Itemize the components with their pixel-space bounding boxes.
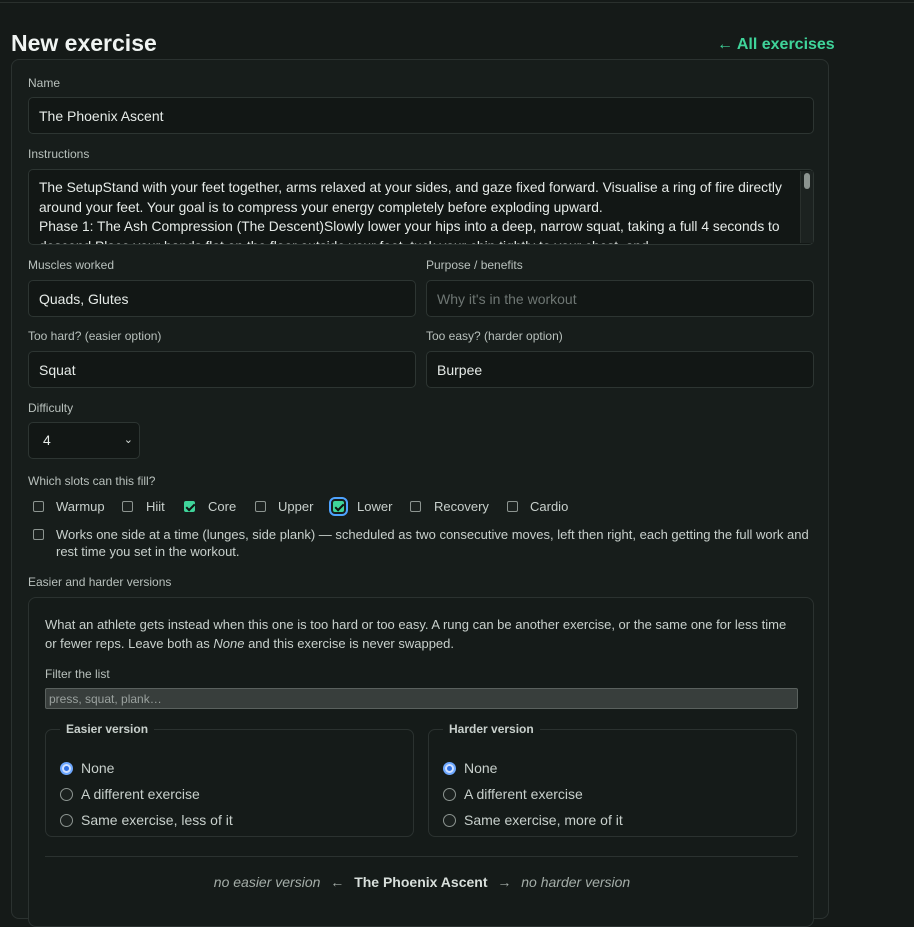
- instructions-scrollbar[interactable]: [800, 171, 813, 243]
- slot-cardio-label: Cardio: [530, 499, 569, 514]
- unilateral-checkbox[interactable]: [33, 529, 44, 540]
- purpose-label: Purpose / benefits: [426, 258, 523, 272]
- ladder-harder-text: no harder version: [521, 874, 631, 890]
- name-label: Name: [28, 76, 61, 90]
- slot-warmup-label: Warmup: [56, 499, 105, 514]
- slot-lower-checkbox[interactable]: [329, 497, 348, 516]
- easier-none-radio[interactable]: [60, 762, 73, 775]
- harder-none-label: None: [464, 760, 498, 776]
- versions-section-label: Easier and harder versions: [28, 575, 172, 589]
- easier-version-legend: Easier version: [66, 722, 149, 736]
- difficulty-select[interactable]: 4 ⌄: [28, 422, 140, 459]
- scroll-thumb[interactable]: [804, 173, 810, 189]
- easier-none-label: None: [81, 760, 115, 776]
- slot-upper-label: Upper: [278, 499, 314, 514]
- harder-different-radio[interactable]: [443, 788, 456, 801]
- page-title: New exercise: [11, 30, 157, 56]
- easier-option-input[interactable]: [28, 351, 416, 388]
- slot-upper-checkbox[interactable]: [255, 501, 266, 512]
- ladder-easier-text: no easier version: [213, 874, 321, 890]
- arrow-left-icon: ←: [330, 874, 345, 890]
- harder-different-label: A different exercise: [464, 786, 583, 802]
- harder-more-radio[interactable]: [443, 814, 456, 827]
- harder-version-legend: Harder version: [449, 722, 534, 736]
- harder-version-fieldset: Harder version None A different exercise…: [428, 722, 797, 837]
- slot-cardio-checkbox[interactable]: [507, 501, 518, 512]
- slot-core-checkbox[interactable]: [184, 501, 195, 512]
- easier-different-radio[interactable]: [60, 788, 73, 801]
- instructions-textarea[interactable]: The SetupStand with your feet together, …: [28, 169, 814, 245]
- slot-core-label: Core: [208, 499, 237, 514]
- ladder-current-exercise: The Phoenix Ascent: [354, 874, 488, 890]
- exercise-form-card: Name Instructions The SetupStand with yo…: [11, 59, 829, 927]
- easier-less-radio[interactable]: [60, 814, 73, 827]
- arrow-right-icon: →: [497, 874, 512, 890]
- easier-different-label: A different exercise: [81, 786, 200, 802]
- muscles-input[interactable]: [28, 280, 416, 317]
- instructions-label: Instructions: [28, 147, 90, 161]
- difficulty-value: 4: [43, 432, 51, 448]
- easier-version-fieldset: Easier version None A different exercise…: [45, 722, 414, 837]
- slots-label: Which slots can this fill?: [28, 474, 156, 488]
- all-exercises-link[interactable]: ← All exercises: [717, 36, 835, 54]
- slot-recovery-checkbox[interactable]: [410, 501, 421, 512]
- top-border: [0, 0, 914, 3]
- muscles-label: Muscles worked: [28, 258, 115, 272]
- versions-intro: What an athlete gets instead when this o…: [45, 617, 787, 651]
- filter-label: Filter the list: [45, 667, 110, 681]
- slot-recovery-label: Recovery: [434, 499, 489, 514]
- slot-hiit-checkbox[interactable]: [122, 501, 133, 512]
- name-input[interactable]: [28, 97, 814, 134]
- versions-panel: What an athlete gets instead when this o…: [28, 597, 814, 927]
- unilateral-label: Works one side at a time (lunges, side p…: [56, 527, 809, 559]
- purpose-input[interactable]: [426, 280, 814, 317]
- harder-option-input[interactable]: [426, 351, 814, 388]
- slot-lower-label: Lower: [357, 499, 393, 514]
- difficulty-label: Difficulty: [28, 401, 74, 415]
- easier-option-label: Too hard? (easier option): [28, 329, 162, 343]
- slot-warmup-checkbox[interactable]: [33, 501, 44, 512]
- harder-none-radio[interactable]: [443, 762, 456, 775]
- harder-option-label: Too easy? (harder option): [426, 329, 563, 343]
- slot-hiit-label: Hiit: [146, 499, 165, 514]
- easier-less-label: Same exercise, less of it: [81, 812, 233, 828]
- filter-input[interactable]: [45, 688, 798, 709]
- divider: [45, 856, 798, 857]
- version-ladder: no easier version ← The Phoenix Ascent →…: [29, 874, 815, 890]
- chevron-down-icon: ⌄: [123, 434, 133, 446]
- harder-more-label: Same exercise, more of it: [464, 812, 623, 828]
